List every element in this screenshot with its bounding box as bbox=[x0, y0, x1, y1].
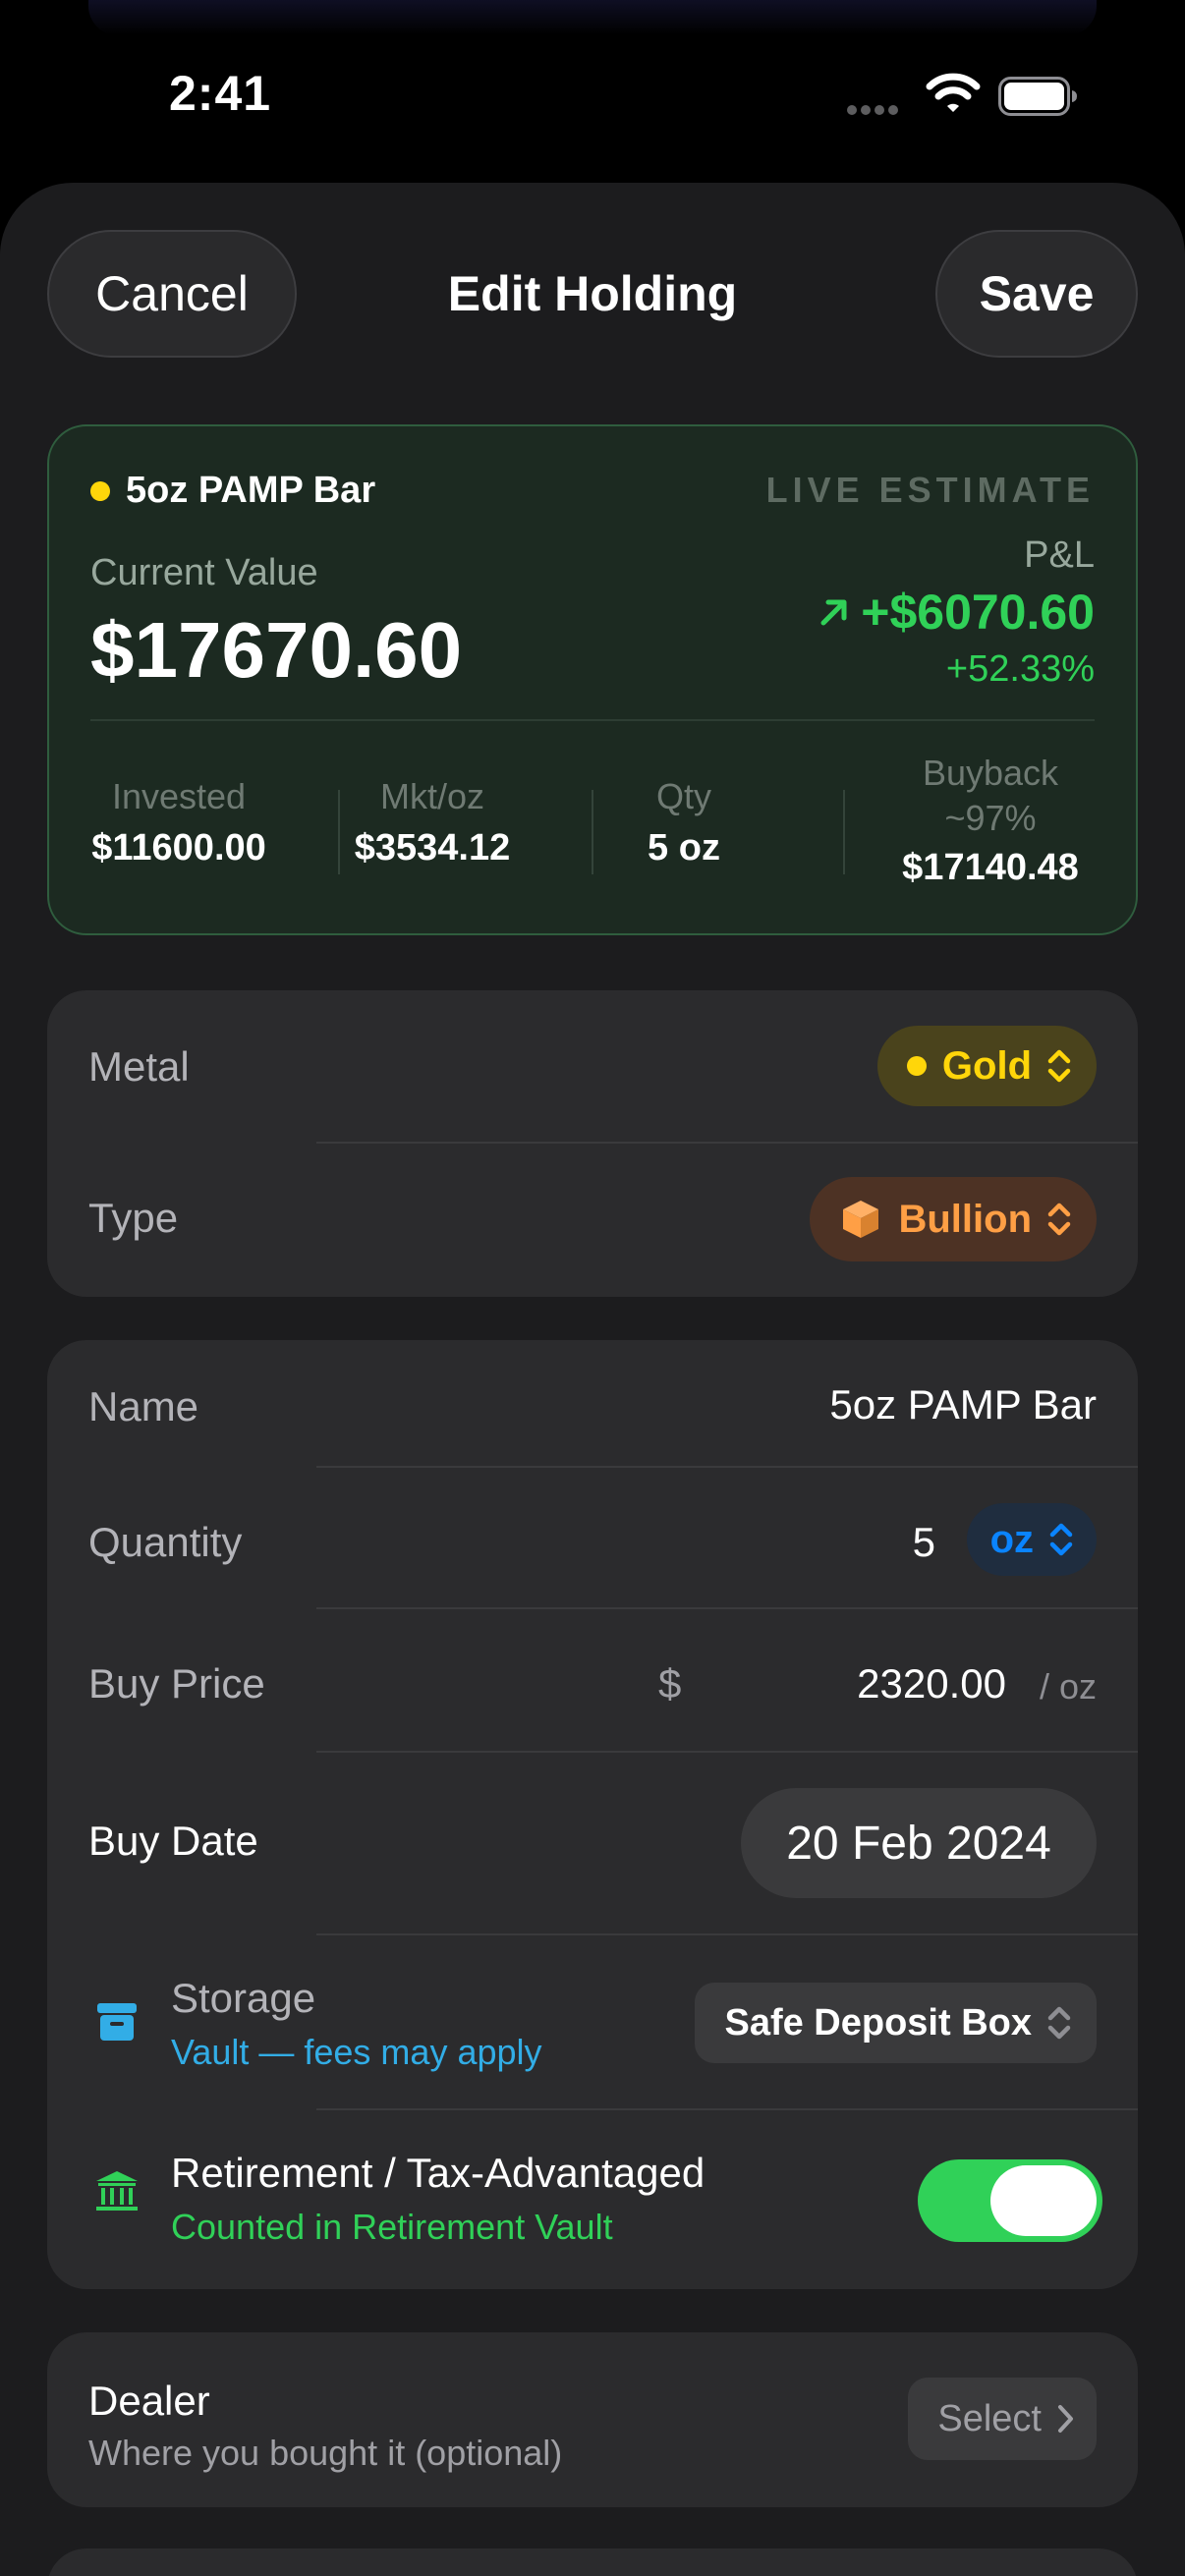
retirement-row: Retirement / Tax-Advantaged Counted in R… bbox=[47, 2110, 1138, 2289]
metal-value: Gold bbox=[941, 1043, 1032, 1088]
chevron-up-down-icon bbox=[1049, 1523, 1073, 1556]
buy-price-label: Buy Price bbox=[88, 1660, 265, 1707]
price-unit: / oz bbox=[1039, 1666, 1097, 1707]
stat-market-per-oz: Mkt/oz $3534.12 bbox=[307, 776, 558, 869]
quantity-row: Quantity 5 oz bbox=[47, 1468, 1138, 1609]
details-card: Name 5oz PAMP Bar Quantity 5 oz Buy Pric… bbox=[47, 1340, 1138, 2289]
storage-value: Safe Deposit Box bbox=[724, 2001, 1032, 2044]
bank-icon bbox=[96, 2171, 138, 2211]
classification-card: Metal Gold Type Bullion bbox=[47, 990, 1138, 1297]
stat-label: Invested bbox=[111, 776, 247, 816]
unit-value: oz bbox=[989, 1517, 1034, 1561]
storage-picker[interactable]: Safe Deposit Box bbox=[695, 1983, 1097, 2063]
metal-label: Metal bbox=[88, 1043, 190, 1090]
status-time: 2:41 bbox=[169, 66, 272, 121]
chevron-right-icon bbox=[1058, 2405, 1073, 2433]
stat-invested: Invested $11600.00 bbox=[53, 776, 305, 869]
stat-value: 5 oz bbox=[648, 827, 720, 868]
battery-icon bbox=[998, 77, 1077, 116]
holding-name: 5oz PAMP Bar bbox=[126, 470, 376, 511]
buy-price-input[interactable]: 2320.00 bbox=[857, 1660, 1006, 1708]
chevron-up-down-icon bbox=[1047, 1049, 1071, 1083]
archive-box-icon bbox=[97, 2003, 137, 2041]
buy-date-row: Buy Date 20 Feb 2024 bbox=[47, 1753, 1138, 1935]
type-picker[interactable]: Bullion bbox=[810, 1177, 1097, 1261]
current-value-label: Current Value bbox=[90, 552, 318, 593]
wifi-icon bbox=[926, 73, 981, 112]
stat-buyback: Buyback ~97% $17140.48 bbox=[843, 751, 1138, 889]
pl-percent: +52.33% bbox=[945, 648, 1095, 690]
currency-symbol: $ bbox=[658, 1660, 682, 1707]
gold-dot-icon bbox=[906, 1056, 927, 1076]
dealer-card: Dealer Where you bought it (optional) Se… bbox=[47, 2332, 1138, 2507]
type-label: Type bbox=[88, 1195, 179, 1241]
dealer-label: Dealer bbox=[88, 2378, 210, 2424]
dealer-select-label: Select bbox=[937, 2397, 1042, 2439]
storage-hint: Vault — fees may apply bbox=[171, 2032, 542, 2072]
name-input[interactable]: 5oz PAMP Bar bbox=[829, 1381, 1097, 1428]
dealer-select-button[interactable]: Select bbox=[908, 2378, 1097, 2460]
buy-date-picker[interactable]: 20 Feb 2024 bbox=[741, 1788, 1097, 1898]
buy-date-label: Buy Date bbox=[88, 1818, 258, 1864]
quantity-label: Quantity bbox=[88, 1519, 243, 1565]
quantity-input[interactable]: 5 bbox=[913, 1519, 935, 1566]
dealer-hint: Where you bought it (optional) bbox=[88, 2433, 563, 2473]
stat-label: Mkt/oz bbox=[379, 776, 484, 816]
status-bar: 2:41 bbox=[0, 0, 1185, 187]
pl-amount: +$6070.60 bbox=[861, 585, 1095, 640]
cube-icon bbox=[843, 1201, 879, 1238]
unit-picker[interactable]: oz bbox=[966, 1503, 1097, 1576]
toggle-knob bbox=[990, 2165, 1097, 2236]
edit-holding-sheet: Cancel Edit Holding Save 5oz PAMP Bar LI… bbox=[0, 183, 1185, 2576]
stat-value: $17140.48 bbox=[902, 847, 1079, 888]
retirement-toggle[interactable] bbox=[918, 2159, 1102, 2242]
chevron-up-down-icon bbox=[1047, 1203, 1071, 1236]
cellular-icon bbox=[847, 102, 902, 120]
stat-quantity: Qty 5 oz bbox=[558, 776, 810, 869]
buy-price-row: Buy Price $ 2320.00 / oz bbox=[47, 1609, 1138, 1753]
retirement-hint: Counted in Retirement Vault bbox=[171, 2207, 613, 2247]
pl-label: P&L bbox=[1024, 534, 1095, 576]
next-card bbox=[47, 2548, 1138, 2576]
stat-value: $3534.12 bbox=[354, 827, 511, 868]
storage-row: Storage Vault — fees may apply Safe Depo… bbox=[47, 1935, 1138, 2110]
divider bbox=[90, 719, 1095, 721]
pl-value: +$6070.60 bbox=[818, 584, 1095, 641]
metal-row: Metal Gold bbox=[47, 990, 1138, 1144]
stat-label: Qty bbox=[655, 776, 711, 816]
type-value: Bullion bbox=[898, 1197, 1032, 1241]
name-row[interactable]: Name 5oz PAMP Bar bbox=[47, 1340, 1138, 1468]
live-estimate-badge: LIVE ESTIMATE bbox=[765, 470, 1095, 510]
live-estimate-card: 5oz PAMP Bar LIVE ESTIMATE Current Value… bbox=[47, 424, 1138, 935]
stat-value: $11600.00 bbox=[91, 827, 266, 868]
metal-dot-icon bbox=[90, 481, 110, 501]
chevron-up-down-icon bbox=[1047, 2006, 1071, 2040]
current-value: $17670.60 bbox=[90, 606, 463, 694]
metal-picker[interactable]: Gold bbox=[876, 1026, 1097, 1106]
save-button[interactable]: Save bbox=[935, 230, 1138, 358]
retirement-label: Retirement / Tax-Advantaged bbox=[171, 2150, 705, 2196]
arrow-up-right-icon bbox=[820, 599, 847, 626]
storage-label: Storage bbox=[171, 1975, 316, 2021]
stat-label: Buyback ~97% bbox=[922, 753, 1059, 838]
type-row: Type Bullion bbox=[47, 1144, 1138, 1297]
name-label: Name bbox=[88, 1383, 199, 1429]
